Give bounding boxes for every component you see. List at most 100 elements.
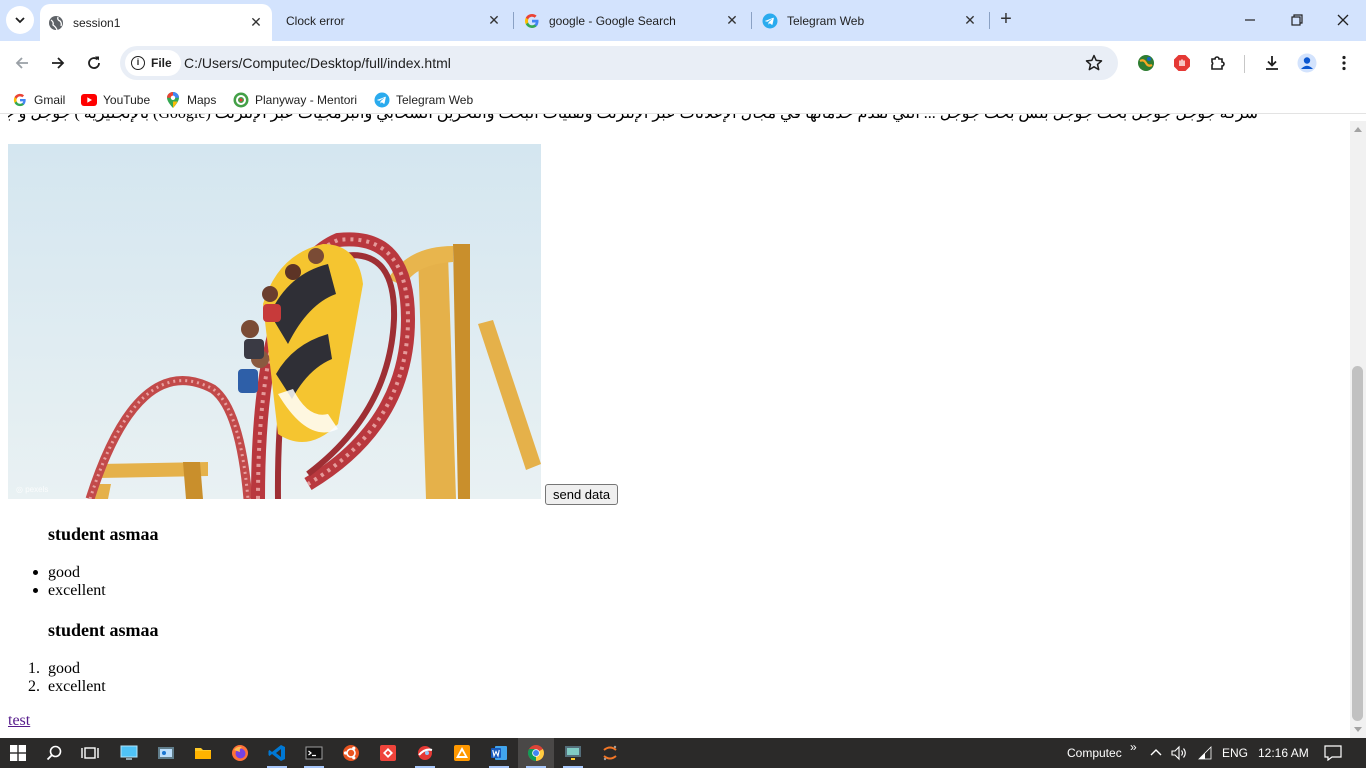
taskbar-app-chrome[interactable]	[518, 738, 554, 768]
taskbar-app-jupyter[interactable]	[592, 738, 628, 768]
tab-clock-error[interactable]: Clock error ✕	[278, 0, 510, 41]
show-hidden-icons-button[interactable]	[1146, 738, 1166, 768]
wifi-button[interactable]	[1194, 738, 1216, 768]
windows-logo-icon	[10, 745, 26, 761]
reload-button[interactable]	[82, 51, 106, 75]
toolbar-divider	[1244, 55, 1245, 73]
taskbar-app-vscode[interactable]	[259, 738, 295, 768]
start-button[interactable]	[0, 738, 36, 768]
profile-avatar-icon[interactable]	[1297, 53, 1317, 73]
taskbar-app-terminal[interactable]	[296, 738, 332, 768]
menu-kebab-icon[interactable]	[1334, 53, 1354, 73]
bookmark-label: Maps	[187, 93, 217, 107]
bookmark-gmail[interactable]: Gmail	[12, 91, 65, 109]
close-tab-icon[interactable]: ✕	[246, 13, 266, 33]
arrow-right-icon	[52, 57, 65, 69]
taskbar-app-firefox[interactable]	[222, 738, 258, 768]
taskbar-search-button[interactable]	[36, 738, 72, 768]
notifications-button[interactable]	[1318, 738, 1348, 768]
taskbar-app-ubuntu[interactable]	[333, 738, 369, 768]
send-data-button[interactable]: send data	[545, 484, 619, 505]
bookmark-label: Gmail	[34, 93, 66, 107]
word-icon	[491, 746, 507, 760]
unordered-heading: student asmaa	[48, 524, 159, 544]
close-tab-icon[interactable]: ✕	[484, 11, 504, 31]
tray-overflow-icon[interactable]: »	[1130, 732, 1137, 762]
taskbar-app-desktop[interactable]	[111, 738, 147, 768]
back-button[interactable]	[10, 51, 34, 75]
bookmark-planyway[interactable]: Planyway - Mentori	[233, 91, 357, 109]
test-link[interactable]: test	[8, 712, 30, 730]
chevron-up-icon	[1150, 749, 1162, 756]
bookmark-label: Planyway - Mentori	[255, 93, 358, 107]
taskbar-app-word[interactable]	[481, 738, 517, 768]
list-item: good	[48, 660, 80, 677]
tab-telegram-web[interactable]: Telegram Web ✕	[754, 0, 986, 41]
vscode-icon	[268, 745, 285, 761]
download-icon[interactable]	[1262, 53, 1282, 73]
site-info-chip[interactable]: i File	[125, 50, 181, 76]
bookmarks-bar: Gmail YouTube Maps Planyway - Mentori Te…	[0, 85, 1366, 114]
remote-desktop-icon	[565, 746, 581, 760]
jupyter-icon	[603, 745, 617, 761]
address-bar[interactable]: i File C:/Users/Computec/Desktop/full/in…	[120, 46, 1118, 80]
list-number: 1.	[28, 660, 40, 677]
arrow-left-icon	[15, 57, 28, 69]
page-scrollbar[interactable]	[1350, 121, 1366, 738]
tab-strip: session1 ✕ Clock error ✕ google - Google…	[0, 0, 1366, 41]
page-viewport: شركة جوجل جوجل بحث جوجل بلس بحث جوجل ...…	[0, 114, 1350, 738]
monitor-icon	[120, 745, 138, 760]
list-item: good	[48, 564, 80, 581]
tab-session1[interactable]: session1 ✕	[40, 4, 272, 41]
forward-button[interactable]	[46, 51, 70, 75]
clock-time[interactable]: 12:16 AM	[1258, 738, 1309, 768]
bookmark-youtube[interactable]: YouTube	[81, 91, 150, 109]
scroll-thumb[interactable]	[1352, 366, 1363, 721]
bookmark-star-icon[interactable]	[1084, 53, 1104, 78]
tray-user-label[interactable]: Computec	[1067, 738, 1122, 768]
language-indicator[interactable]: ENG	[1222, 738, 1248, 768]
taskbar-app-anydesk[interactable]	[370, 738, 406, 768]
minimize-button[interactable]	[1240, 10, 1260, 30]
globe-icon	[48, 15, 64, 31]
bookmark-label: YouTube	[103, 93, 151, 107]
url-text[interactable]: C:/Users/Computec/Desktop/full/index.htm…	[184, 55, 451, 71]
tab-title: Telegram Web	[787, 13, 865, 28]
close-tab-icon[interactable]: ✕	[722, 11, 742, 31]
scroll-down-arrow-icon[interactable]	[1354, 727, 1362, 732]
volume-button[interactable]	[1168, 738, 1190, 768]
close-window-button[interactable]	[1333, 10, 1353, 30]
extension-globe-icon[interactable]	[1136, 53, 1156, 73]
taskbar-app-snipping[interactable]	[407, 738, 443, 768]
close-tab-icon[interactable]: ✕	[960, 11, 980, 31]
task-view-button[interactable]	[72, 738, 108, 768]
new-tab-button[interactable]: +	[996, 9, 1016, 30]
tab-title: google - Google Search	[549, 13, 676, 28]
taskbar-app-file-explorer[interactable]	[185, 738, 221, 768]
bookmark-telegram[interactable]: Telegram Web	[374, 91, 473, 109]
taskbar-app-control-panel[interactable]	[148, 738, 184, 768]
extension-adblock-icon[interactable]	[1172, 53, 1192, 73]
folder-icon	[195, 748, 211, 759]
speaker-icon	[1171, 745, 1186, 761]
tab-search-button[interactable]	[6, 6, 34, 34]
bookmark-maps[interactable]: Maps	[165, 91, 216, 109]
wifi-icon	[1198, 746, 1212, 760]
telegram-icon	[374, 92, 390, 108]
telegram-icon	[762, 13, 778, 29]
planyway-icon	[233, 92, 249, 108]
extensions-puzzle-icon[interactable]	[1208, 53, 1228, 73]
taskbar-app-remote[interactable]	[555, 738, 591, 768]
tab-divider	[513, 12, 514, 29]
scroll-up-arrow-icon[interactable]	[1354, 127, 1362, 132]
tab-google-search[interactable]: google - Google Search ✕	[516, 0, 748, 41]
maps-icon	[165, 92, 181, 108]
restore-button[interactable]	[1287, 10, 1307, 30]
google-icon	[12, 92, 28, 108]
ordered-heading: student asmaa	[48, 620, 159, 640]
taskbar-app-sublime[interactable]	[444, 738, 480, 768]
notification-icon	[1324, 745, 1342, 761]
control-panel-icon	[158, 747, 174, 759]
list-number: 2.	[28, 678, 40, 695]
browser-toolbar: i File C:/Users/Computec/Desktop/full/in…	[0, 41, 1366, 85]
